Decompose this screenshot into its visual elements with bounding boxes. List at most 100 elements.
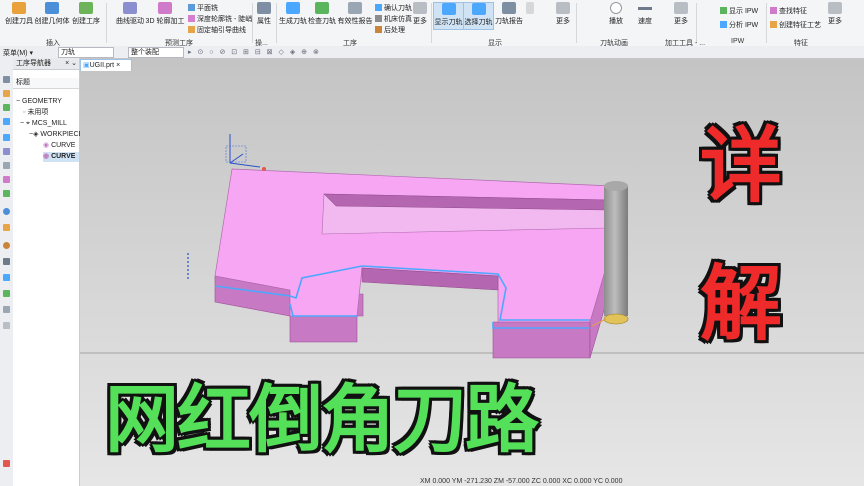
menu-button[interactable]: 菜单(M) ▾ [3, 48, 33, 58]
operation-navigator-icon[interactable] [3, 118, 10, 125]
play-button[interactable]: 播放 [604, 2, 628, 28]
feature-process-icon [770, 21, 777, 28]
divider [276, 3, 277, 43]
plane-mill-item[interactable]: 平面铣 [188, 3, 218, 13]
analyze-ipw-item[interactable]: 分析 IPW [720, 20, 758, 30]
show-toolpath-icon [441, 3, 456, 15]
history-icon[interactable] [3, 176, 10, 183]
more-button[interactable]: 更多 [826, 2, 844, 28]
operation-icon: ◉ [43, 153, 52, 160]
constraint-navigator-icon[interactable] [3, 134, 10, 141]
overlay-side-char-2: 解 [700, 257, 783, 352]
tool-tip [603, 313, 629, 325]
create-tool-button[interactable]: 创建刀具 [2, 2, 36, 28]
curve-drive-icon [123, 2, 137, 14]
clock-icon[interactable] [3, 242, 10, 249]
reuse-library-icon[interactable] [3, 162, 10, 169]
settings-icon[interactable] [3, 322, 10, 329]
guide-curve-icon [188, 26, 195, 33]
curve-drive-button[interactable]: 曲线驱动 [114, 2, 146, 28]
alert-icon[interactable] [3, 460, 10, 467]
divider [106, 3, 107, 43]
properties-icon [257, 2, 271, 14]
play-icon [610, 2, 622, 14]
tool-top [604, 181, 628, 191]
part-navigator-icon[interactable] [3, 90, 10, 97]
origin-marker [262, 167, 266, 171]
validity-report-button[interactable]: 有效性报告 [337, 2, 373, 28]
create-tool-icon [12, 2, 26, 14]
column-header[interactable]: 标题 [13, 78, 79, 89]
show-ipw-item[interactable]: 显示 IPW [720, 6, 758, 16]
manufacturing-wizard-icon[interactable] [3, 290, 10, 297]
navigator-icon[interactable] [3, 76, 10, 83]
speed-slider[interactable]: 速度 [632, 2, 658, 28]
validity-report-icon [348, 2, 362, 14]
machine-sim-item[interactable]: 机床仿真 [375, 14, 412, 24]
collapse-icon[interactable]: − ⌖ [20, 120, 32, 127]
zlevel-steep-item[interactable]: 深度轮廓铣 - 陡峭 [188, 14, 252, 24]
display-options-button[interactable] [525, 2, 535, 28]
properties-button[interactable]: 属性 [254, 2, 274, 28]
plane-mill-icon [188, 4, 195, 11]
status-bar: XM 0.000 YM -271.230 ZM -57.000 ZC 0.000… [420, 478, 623, 485]
generate-toolpath-icon [286, 2, 300, 14]
find-feature-item[interactable]: 查找特征 [770, 6, 807, 16]
tree-node-mcs[interactable]: − ⌖ MCS_MILL [20, 119, 67, 129]
more-icon [413, 2, 427, 14]
divider [696, 3, 697, 43]
machine-navigator-icon[interactable] [3, 148, 10, 155]
operation-icon: ◉ [43, 142, 52, 149]
toolpath-report-button[interactable]: 刀轨报告 [494, 2, 524, 28]
show-toolpath-button[interactable]: 显示刀轨 [433, 2, 464, 30]
select-toolpath-button[interactable]: 选择刀轨 [463, 2, 494, 30]
snap-toolbar[interactable]: ▸ ⊙ ○ ⊘ ⊡ ⊞ ⊟ ⊠ ◇ ◈ ⊕ ⊗ [188, 48, 321, 56]
tree-node-curve[interactable]: ◉ CURVE [43, 141, 75, 151]
assembly-navigator-icon[interactable] [3, 104, 10, 111]
more-icon [828, 2, 842, 14]
create-feature-process-item[interactable]: 创建特征工艺 [770, 20, 821, 30]
more-icon [556, 2, 570, 14]
create-geometry-icon [45, 2, 59, 14]
group-ipw: IPW [731, 38, 745, 45]
ribbon: 创建刀具 创建几何体 创建工序 曲线驱动 3D 轮廓加工 平面铣 深度轮廓铣 -… [0, 0, 864, 47]
palettes-icon[interactable] [3, 224, 10, 231]
file-tab[interactable]: ▣UGII.prt × [80, 59, 132, 71]
collapse-icon[interactable]: −◈ [29, 131, 40, 138]
toolpath-report-icon [502, 2, 516, 14]
generate-toolpath-button[interactable]: 生成刀轨 [278, 2, 308, 28]
kinematics-icon[interactable] [3, 274, 10, 281]
divider [766, 3, 767, 43]
find-feature-icon [770, 7, 777, 14]
create-operation-icon [79, 2, 93, 14]
verify-toolpath-icon [315, 2, 329, 14]
tree-node-workpiece[interactable]: −◈ WORKPIECE [29, 130, 83, 140]
selection-filter[interactable]: 刀轨 [58, 47, 114, 58]
more-button[interactable]: 更多 [553, 2, 573, 28]
more-button[interactable]: 更多 [411, 2, 429, 28]
post-process-item[interactable]: 后处理 [375, 25, 405, 35]
machine-sim-icon [375, 15, 382, 22]
more-button[interactable]: 更多 [672, 2, 690, 28]
tab-close-icon[interactable]: × [116, 62, 120, 69]
create-operation-button[interactable]: 创建工序 [70, 2, 102, 28]
fixed-axis-guide-item[interactable]: 固定轴引导曲线 [188, 25, 246, 35]
confirm-toolpath-item[interactable]: 确认刀轨 [375, 3, 412, 13]
system-materials-icon[interactable] [3, 190, 10, 197]
navigator-header: 工序导航器 × ⌄ [13, 58, 79, 70]
create-geometry-button[interactable]: 创建几何体 [34, 2, 70, 28]
close-icon[interactable]: × ⌄ [65, 58, 77, 69]
web-browser-icon[interactable] [3, 208, 10, 215]
tree-node-unused[interactable]: ▫ 未用项 [23, 108, 48, 118]
zlevel-icon [188, 15, 195, 22]
tree-node-geometry[interactable]: − GEOMETRY [16, 97, 62, 107]
overlay-side-char-1: 详 [700, 119, 783, 214]
selection-scope[interactable]: 整个装配 [128, 47, 184, 58]
tree-node-curve-selected[interactable]: ◉ CURVE [43, 152, 79, 162]
process-studio-icon[interactable] [3, 258, 10, 265]
operation-navigator: 工序导航器 × ⌄ 标题 − GEOMETRY ▫ 未用项 − ⌖ MCS_MI… [13, 58, 83, 486]
verify-toolpath-button[interactable]: 检查刀轨 [307, 2, 337, 28]
roles-icon[interactable] [3, 306, 10, 313]
display-options-icon [526, 2, 534, 14]
contour-3d-button[interactable]: 3D 轮廓加工 [145, 2, 185, 28]
